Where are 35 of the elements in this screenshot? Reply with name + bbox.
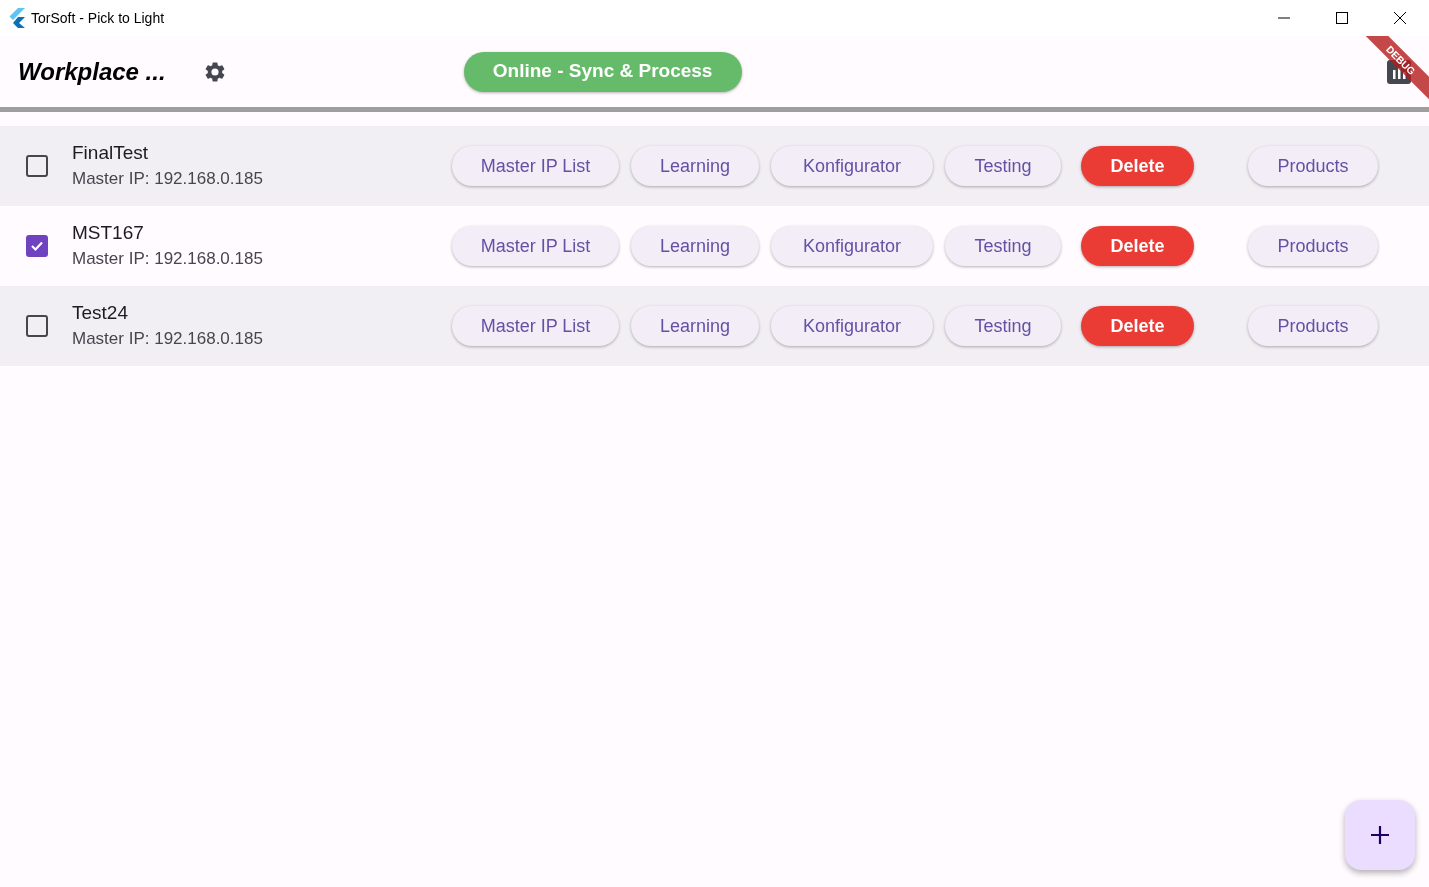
action-button[interactable]: Testing — [945, 306, 1061, 346]
products-button[interactable]: Products — [1248, 226, 1378, 266]
action-button[interactable]: Delete — [1081, 146, 1194, 186]
action-button[interactable]: Konfigurator — [771, 146, 933, 186]
workplace-name: FinalTest — [72, 141, 150, 165]
products-button[interactable]: Products — [1248, 146, 1378, 186]
close-icon — [1394, 12, 1406, 24]
maximize-icon — [1336, 12, 1348, 24]
action-button[interactable]: Konfigurator — [771, 306, 933, 346]
action-button[interactable]: Master IP List — [452, 146, 619, 186]
master-ip-text: Master IP: 192.168.0.185 — [72, 328, 264, 350]
action-button[interactable]: Learning — [631, 146, 759, 186]
action-button[interactable]: Master IP List — [452, 226, 619, 266]
action-button[interactable]: Delete — [1081, 306, 1194, 346]
action-button[interactable]: Testing — [945, 226, 1061, 266]
plus-icon — [1370, 825, 1390, 845]
products-button[interactable]: Products — [1248, 306, 1378, 346]
window-title: TorSoft - Pick to Light — [31, 8, 165, 28]
master-ip-text: Master IP: 192.168.0.185 — [72, 168, 264, 190]
action-button[interactable]: Master IP List — [452, 306, 619, 346]
workplace-name: Test24 — [72, 301, 129, 325]
master-ip-text: Master IP: 192.168.0.185 — [72, 248, 264, 270]
checkbox[interactable] — [26, 315, 48, 337]
action-button[interactable]: Learning — [631, 306, 759, 346]
check-icon — [30, 239, 44, 253]
action-button[interactable]: Testing — [945, 146, 1061, 186]
action-button[interactable]: Delete — [1081, 226, 1194, 266]
checkbox[interactable] — [26, 235, 48, 257]
minimize-icon — [1278, 17, 1290, 19]
action-button[interactable]: Learning — [631, 226, 759, 266]
workplace-name: MST167 — [72, 221, 145, 245]
checkbox[interactable] — [26, 155, 48, 177]
app-logo-icon — [8, 8, 25, 28]
page-title: Workplace ... — [18, 56, 166, 87]
action-button[interactable]: Konfigurator — [771, 226, 933, 266]
